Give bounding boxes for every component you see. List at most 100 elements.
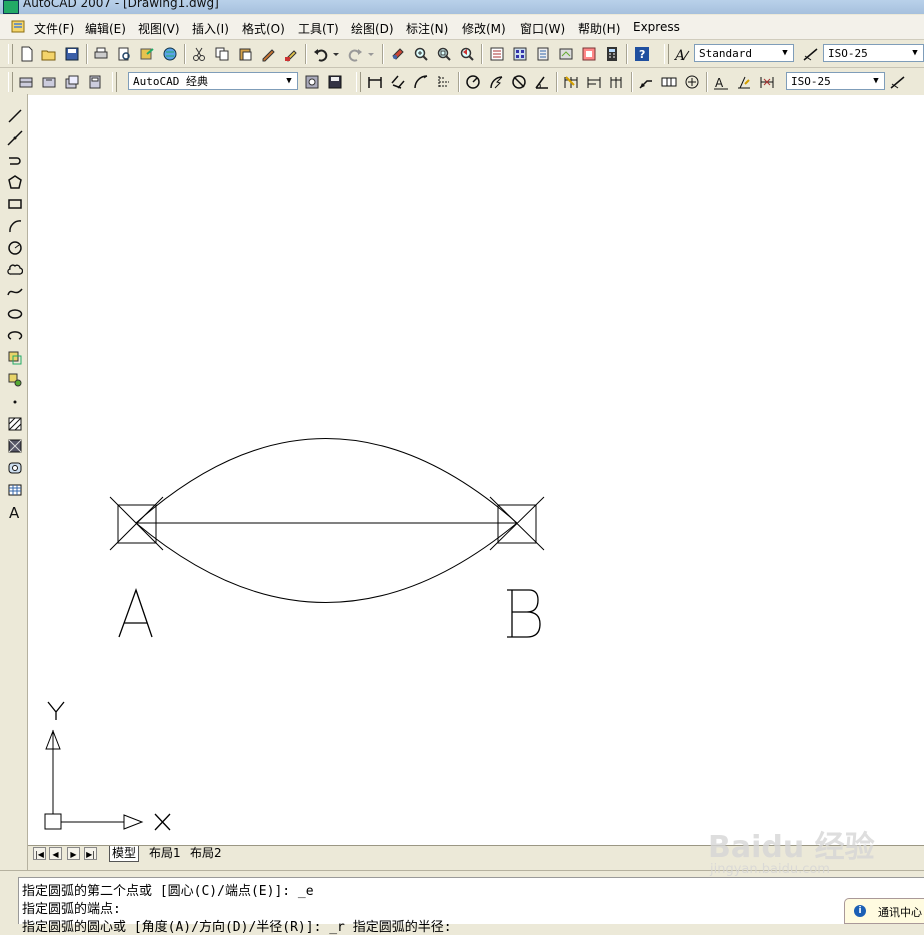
save-workspace-icon[interactable] xyxy=(326,73,343,90)
cut-icon[interactable] xyxy=(190,45,207,62)
point-icon[interactable] xyxy=(6,393,23,410)
polygon-icon[interactable] xyxy=(6,173,23,190)
properties-icon[interactable] xyxy=(488,45,505,62)
quick-dimension-icon[interactable] xyxy=(562,73,579,90)
next-tab-icon[interactable]: ▶ xyxy=(67,847,80,860)
menu-help[interactable]: 帮助(H) xyxy=(578,20,620,37)
menu-modify[interactable]: 修改(M) xyxy=(462,20,506,37)
zoom-previous-icon[interactable] xyxy=(458,45,475,62)
markup-set-manager-icon[interactable] xyxy=(580,45,597,62)
ellipse-icon[interactable] xyxy=(6,305,23,322)
prev-tab-icon[interactable]: ◀ xyxy=(49,847,62,860)
redo-icon[interactable] xyxy=(346,45,363,62)
tool-palettes-icon[interactable] xyxy=(534,45,551,62)
new-file-icon[interactable] xyxy=(18,45,35,62)
layer-states-icon[interactable] xyxy=(63,73,80,90)
region-icon[interactable] xyxy=(6,459,23,476)
linear-dimension-icon[interactable] xyxy=(366,73,383,90)
dimension-style-icon[interactable] xyxy=(889,73,906,90)
layer-previous-icon[interactable] xyxy=(40,73,57,90)
tab-layout1[interactable]: 布局1 xyxy=(147,846,183,861)
workspace-settings-icon[interactable] xyxy=(303,73,320,90)
save-icon[interactable] xyxy=(63,45,80,62)
quick-calc-icon[interactable] xyxy=(603,45,620,62)
publish-web-icon[interactable] xyxy=(161,45,178,62)
revision-cloud-icon[interactable] xyxy=(6,261,23,278)
tolerance-icon[interactable] xyxy=(660,73,677,90)
copy-icon[interactable] xyxy=(213,45,230,62)
dimension-text-edit-icon[interactable] xyxy=(735,73,752,90)
hatch-icon[interactable] xyxy=(6,415,23,432)
diameter-dimension-icon[interactable] xyxy=(510,73,527,90)
menu-edit[interactable]: 编辑(E) xyxy=(85,20,126,37)
zoom-realtime-icon[interactable] xyxy=(412,45,429,62)
drawing-area[interactable]: A B X Y xyxy=(28,95,924,845)
construction-line-icon[interactable] xyxy=(6,129,23,146)
dimension-update-icon[interactable] xyxy=(758,73,775,90)
chevron-down-icon[interactable]: ▼ xyxy=(283,74,295,88)
zoom-window-icon[interactable] xyxy=(435,45,452,62)
communication-center[interactable]: i 通讯中心 xyxy=(844,898,924,924)
open-file-icon[interactable] xyxy=(40,45,57,62)
menu-express[interactable]: Express xyxy=(633,20,680,34)
dimension-style-dropdown[interactable]: ISO-25 ▼ xyxy=(823,44,924,62)
tab-model[interactable]: 模型 xyxy=(109,846,140,862)
spline-icon[interactable] xyxy=(6,283,23,300)
continue-dimension-icon[interactable] xyxy=(608,73,625,90)
toolbar-grip[interactable] xyxy=(8,72,13,92)
block-editor-icon[interactable] xyxy=(282,45,299,62)
toolbar-grip[interactable] xyxy=(112,72,117,92)
aligned-dimension-icon[interactable] xyxy=(389,73,406,90)
menu-tools[interactable]: 工具(T) xyxy=(298,20,339,37)
insert-block-icon[interactable] xyxy=(6,349,23,366)
menu-format[interactable]: 格式(O) xyxy=(242,20,285,37)
toolbar-grip[interactable] xyxy=(356,72,361,92)
redo-dropdown-icon[interactable] xyxy=(366,45,376,62)
table-icon[interactable] xyxy=(6,481,23,498)
ordinate-dimension-icon[interactable] xyxy=(435,73,452,90)
menu-view[interactable]: 视图(V) xyxy=(138,20,180,37)
chevron-down-icon[interactable]: ▼ xyxy=(870,74,882,88)
radius-dimension-icon[interactable] xyxy=(464,73,481,90)
dimension-style-icon[interactable] xyxy=(802,45,819,62)
text-style-dropdown[interactable]: Standard ▼ xyxy=(694,44,794,62)
chevron-down-icon[interactable]: ▼ xyxy=(909,46,921,60)
menu-dimension[interactable]: 标注(N) xyxy=(406,20,448,37)
design-center-icon[interactable] xyxy=(511,45,528,62)
arc-length-icon[interactable] xyxy=(412,73,429,90)
last-tab-icon[interactable]: ▶| xyxy=(84,847,97,860)
menu-draw[interactable]: 绘图(D) xyxy=(351,20,394,37)
command-history[interactable]: 指定圆弧的第二个点或 [圆心(C)/端点(E)]: _e 指定圆弧的端点: 指定… xyxy=(18,877,924,935)
dimension-style-control[interactable]: ISO-25 ▼ xyxy=(786,72,885,90)
publish-icon[interactable] xyxy=(138,45,155,62)
sheet-set-manager-icon[interactable] xyxy=(557,45,574,62)
toolbar-grip[interactable] xyxy=(664,44,669,64)
chevron-down-icon[interactable]: ▼ xyxy=(779,46,791,60)
help-icon[interactable]: ? xyxy=(633,45,650,62)
workspace-dropdown[interactable]: AutoCAD 经典 ▼ xyxy=(128,72,298,90)
text-style-icon[interactable]: A xyxy=(673,45,690,62)
line-icon[interactable] xyxy=(6,107,23,124)
dimension-edit-icon[interactable]: A xyxy=(712,73,729,90)
jogged-dimension-icon[interactable] xyxy=(487,73,504,90)
menu-file[interactable]: 文件(F) xyxy=(34,20,74,37)
polyline-icon[interactable] xyxy=(6,151,23,168)
quick-leader-icon[interactable] xyxy=(637,73,654,90)
plot-preview-icon[interactable] xyxy=(115,45,132,62)
paste-icon[interactable] xyxy=(236,45,253,62)
menu-window[interactable]: 窗口(W) xyxy=(520,20,565,37)
document-icon[interactable] xyxy=(10,18,26,34)
print-icon[interactable] xyxy=(92,45,109,62)
match-properties-icon[interactable] xyxy=(259,45,276,62)
gradient-icon[interactable] xyxy=(6,437,23,454)
baseline-dimension-icon[interactable] xyxy=(585,73,602,90)
angular-dimension-icon[interactable] xyxy=(533,73,550,90)
make-block-icon[interactable] xyxy=(6,371,23,388)
layer-icon[interactable] xyxy=(17,73,34,90)
layer-isolate-icon[interactable] xyxy=(86,73,103,90)
ellipse-arc-icon[interactable] xyxy=(6,327,23,344)
pan-realtime-icon[interactable] xyxy=(389,45,406,62)
multiline-text-icon[interactable]: A xyxy=(6,503,23,520)
menu-insert[interactable]: 插入(I) xyxy=(192,20,229,37)
rectangle-icon[interactable] xyxy=(6,195,23,212)
